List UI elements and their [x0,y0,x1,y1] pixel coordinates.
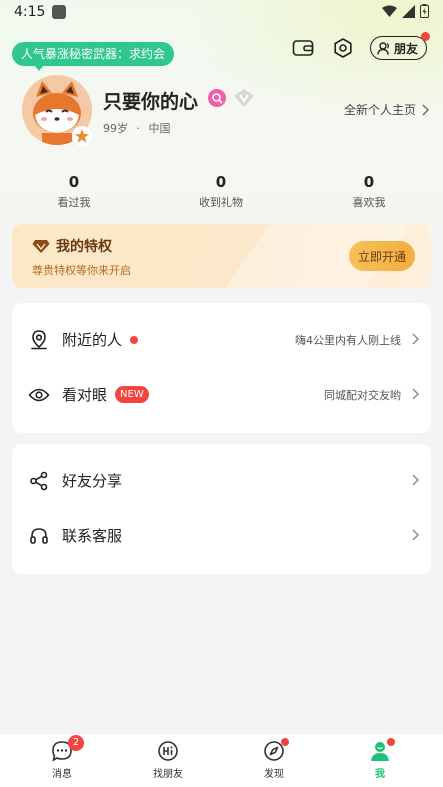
stat-label: 收到礼物 [199,196,243,209]
activate-button[interactable]: 立即开通 [349,241,415,271]
header-actions: 朋友 [290,32,430,61]
tab-label: 发现 [264,769,284,780]
privilege-title: 我的特权 [32,236,112,256]
tab-me[interactable]: 我 [350,738,410,780]
battery-icon [420,4,429,18]
menu-label: 联系客服 [62,525,122,546]
stat-value: 0 [215,173,227,191]
menu-label: 附近的人 [62,329,139,350]
stat-gifts-received[interactable]: 0 收到礼物 [166,173,276,210]
tab-label: 我 [375,769,385,780]
diamond-icon [32,239,50,253]
privilege-title-text: 我的特权 [56,239,112,255]
friends-notification-dot [421,32,430,41]
homepage-link[interactable]: 全新个人主页 [344,101,429,118]
diamond-v-icon [234,89,254,107]
new-badge: NEW [115,386,149,403]
stats-row: 0 看过我 0 收到礼物 0 喜欢我 [0,173,443,213]
menu-row-share[interactable]: 好友分享 [12,461,431,501]
menu-row-nearby[interactable]: 附近的人 嗨4公里内有人刚上线 [12,320,431,360]
share-icon [28,470,50,492]
hi-bubble-icon [158,741,178,761]
age: 99岁 [103,122,128,135]
stat-viewed-me[interactable]: 0 看过我 [19,173,129,210]
eye-icon [28,384,50,406]
level-badge[interactable] [233,88,255,112]
stat-likes-me[interactable]: 0 喜欢我 [314,173,424,210]
menu-label-text: 联系客服 [62,527,123,545]
wallet-button[interactable] [290,35,316,61]
headset-icon [28,525,50,547]
chevron-right-icon [412,474,419,486]
me-notification-dot [387,738,395,746]
menu-card-support: 好友分享 联系客服 [12,444,431,574]
menu-row-match[interactable]: 看对眼 NEW 同城配对交友哟 [12,375,431,415]
status-time: 4:15 [14,4,46,20]
gear-icon [334,38,352,58]
bottom-tab-bar: 消息 2 找朋友 发现 我 [0,733,443,787]
wifi-icon [382,5,397,17]
menu-hint: 同城配对交友哟 [324,389,401,402]
location: 中国 [148,122,171,135]
location-pin-icon [28,329,50,351]
signal-icon [402,4,415,18]
chevron-right-icon [412,333,419,345]
status-bar: 4:15 [0,0,443,26]
menu-label-text: 看对眼 [62,386,108,404]
homepage-link-label: 全新个人主页 [343,103,416,117]
discover-notification-dot [281,738,289,746]
tab-label: 消息 [52,769,72,780]
menu-row-support[interactable]: 联系客服 [12,516,431,556]
menu-label: 看对眼 NEW [62,384,149,405]
chevron-right-icon [412,388,419,400]
nearby-notification-dot [130,335,139,344]
stat-label: 喜欢我 [352,196,386,209]
username: 只要你的心 [103,91,199,113]
menu-label-text: 好友分享 [62,472,123,490]
search-heart-icon [212,93,223,104]
menu-label-text: 附近的人 [62,331,123,349]
vip-badge[interactable] [208,89,226,107]
menu-hint: 嗨4公里内有人刚上线 [295,334,401,347]
status-indicators [382,4,429,18]
friends-label: 朋友 [393,41,418,56]
stat-label: 看过我 [57,196,91,209]
privilege-banner[interactable]: 我的特权 尊贵特权等你来开启 立即开通 [12,224,431,288]
settings-button[interactable] [330,35,356,61]
tab-find-friends[interactable]: 找朋友 [138,740,198,780]
wallet-icon [292,40,314,56]
tab-discover[interactable]: 发现 [244,738,304,780]
tab-messages[interactable]: 消息 2 [32,735,92,780]
promo-bubble[interactable]: 人气暴涨秘密武器：求约会 [12,42,175,71]
profile-meta: 99岁 · 中国 [103,120,171,136]
friends-button[interactable]: 朋友 [369,32,430,60]
menu-card-discover: 附近的人 嗨4公里内有人刚上线 看对眼 NEW 同城配对交友哟 [12,303,431,433]
edit-avatar-badge[interactable] [72,126,92,146]
stat-value: 0 [68,173,80,191]
star-icon [75,129,89,143]
unread-count-badge: 2 [68,735,84,751]
privilege-subtitle: 尊贵特权等你来开启 [32,264,131,277]
menu-label: 好友分享 [62,470,122,491]
chevron-right-icon [412,529,419,541]
notification-icon [52,5,66,19]
stat-value: 0 [363,173,375,191]
meta-separator: · [136,122,141,135]
chevron-right-icon [422,104,429,115]
friends-icon [377,41,390,55]
tab-label: 找朋友 [153,769,183,780]
